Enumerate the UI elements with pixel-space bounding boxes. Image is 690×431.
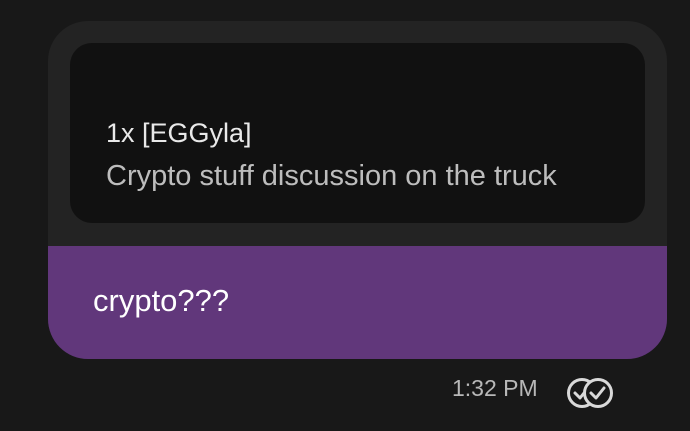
message-text: crypto???	[93, 283, 230, 318]
quoted-message-text: Crypto stuff discussion on the truck	[106, 160, 557, 192]
message-bubble[interactable]: 1x [EGGyla] Crypto stuff discussion on t…	[48, 21, 667, 359]
message-body-area: crypto???	[48, 246, 667, 359]
quoted-message-card[interactable]: 1x [EGGyla] Crypto stuff discussion on t…	[70, 43, 645, 223]
message-meta: 1:32 PM	[452, 373, 622, 413]
double-check-icon	[563, 373, 619, 413]
message-timestamp: 1:32 PM	[452, 375, 538, 401]
quoted-message-title: 1x [EGGyla]	[106, 118, 252, 148]
